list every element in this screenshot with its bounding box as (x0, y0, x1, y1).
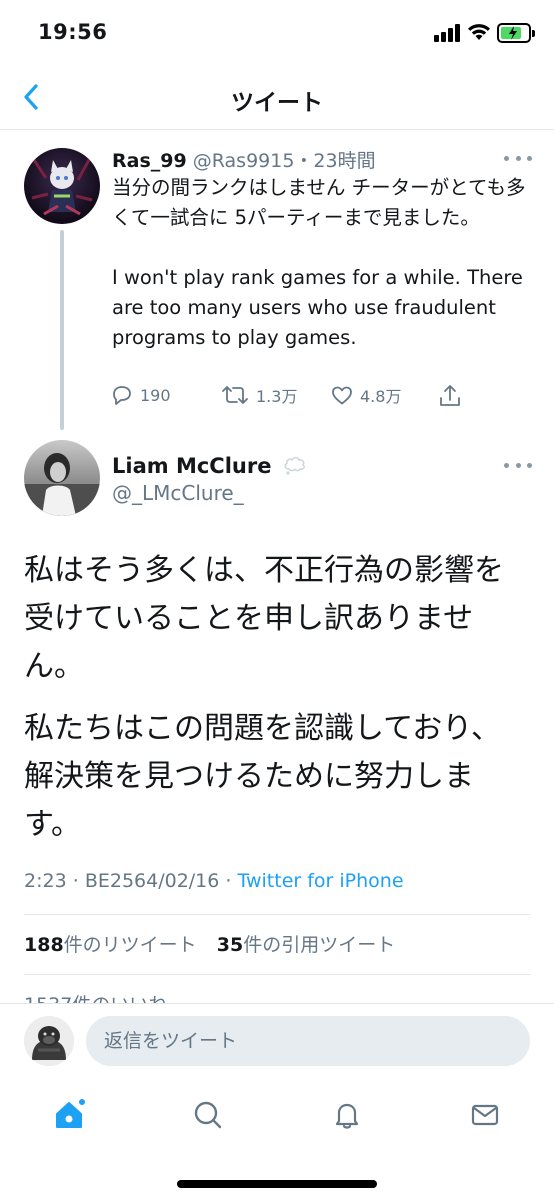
engagement-stats: 188件のリツイート 35件の引用ツイート (24, 930, 395, 957)
divider (24, 974, 530, 975)
parent-handle-time: @Ras9915・23時間 (192, 150, 376, 172)
search-icon (194, 1101, 222, 1129)
home-indicator (177, 1180, 377, 1188)
parent-tweet-header: Ras_99 @Ras9915・23時間 (112, 146, 376, 173)
info-separator: · (225, 870, 232, 892)
reply-action[interactable]: 190 (110, 383, 171, 407)
main-tweet-paragraph: 私たちはこの問題を認識しており、解決策を見つけるために努力します。 (24, 711, 501, 842)
parent-display-name[interactable]: Ras_99 (112, 150, 187, 172)
main-display-name[interactable]: Liam McClure (112, 454, 307, 478)
tweet-date: BE2564/02/16 (84, 870, 220, 892)
navigation-bar: ツイート (0, 66, 554, 130)
reply-input[interactable] (86, 1016, 530, 1066)
heart-icon (332, 386, 352, 405)
quote-label: 件の引用ツイート (243, 934, 396, 956)
page-title: ツイート (231, 90, 323, 116)
tab-home[interactable] (49, 1095, 89, 1135)
like-action[interactable]: 4.8万 (330, 383, 401, 407)
notification-dot (77, 1097, 87, 1107)
share-action[interactable] (438, 383, 468, 409)
user-avatar[interactable] (24, 1016, 74, 1066)
mail-icon (471, 1104, 499, 1126)
main-more-options-icon[interactable] (504, 463, 532, 471)
retweet-icon (222, 386, 248, 404)
tweet-time: 2:23 (24, 870, 67, 892)
tweet-timestamp: 2:23 · BE2564/02/16 · Twitter for iPhone (24, 870, 404, 892)
quote-total: 35 (216, 934, 244, 956)
bell-icon (335, 1103, 359, 1129)
main-tweet-text: 私はそう多くは、不正行為の影響を受けていることを申し訳ありません。 私たちはこの… (24, 547, 529, 863)
tab-notifications[interactable] (327, 1095, 367, 1135)
status-time: 19:56 (38, 20, 108, 44)
status-bar: 19:56 (0, 0, 554, 66)
thread-connector-line (60, 230, 64, 430)
reply-icon (113, 386, 131, 405)
retweets-stat[interactable]: 188件のリツイート (24, 934, 197, 956)
reply-count: 190 (140, 385, 171, 405)
share-icon (440, 385, 460, 406)
tweet-source-link[interactable]: Twitter for iPhone (238, 870, 404, 892)
info-separator: · (72, 870, 79, 892)
tab-search[interactable] (188, 1095, 228, 1135)
battery-icon (497, 23, 535, 43)
main-tweet-paragraph: 私はそう多くは、不正行為の影響を受けていることを申し訳ありません。 (24, 553, 504, 684)
retweet-action[interactable]: 1.3万 (220, 383, 297, 407)
main-handle: @_LMcClure_ (112, 481, 244, 505)
like-count: 4.8万 (360, 387, 402, 406)
likes-stat-partial[interactable]: 1537件のいいね (24, 990, 167, 1003)
main-display-name-text: Liam McClure (112, 454, 272, 478)
main-tweet-avatar[interactable] (24, 440, 100, 516)
cellular-signal-icon (434, 24, 460, 42)
retweet-count: 1.3万 (256, 387, 298, 406)
parent-tweet-text: 当分の間ランクはしません チーターがとても多くて一試合に 5パーティーまで見まし… (112, 176, 526, 349)
quotes-stat[interactable]: 35件の引用ツイート (217, 934, 395, 956)
retweet-label: 件のリツイート (63, 934, 197, 956)
thought-bubble-icon (284, 457, 305, 475)
tab-messages[interactable] (465, 1095, 505, 1135)
retweet-total: 188 (24, 934, 64, 956)
parent-tweet-actions: 190 1.3万 4.8万 (110, 383, 470, 411)
wifi-icon (467, 22, 491, 45)
parent-tweet-avatar[interactable] (24, 148, 100, 224)
parent-more-options-icon[interactable] (504, 156, 532, 164)
reply-bar (0, 1003, 554, 1075)
divider (24, 914, 530, 915)
